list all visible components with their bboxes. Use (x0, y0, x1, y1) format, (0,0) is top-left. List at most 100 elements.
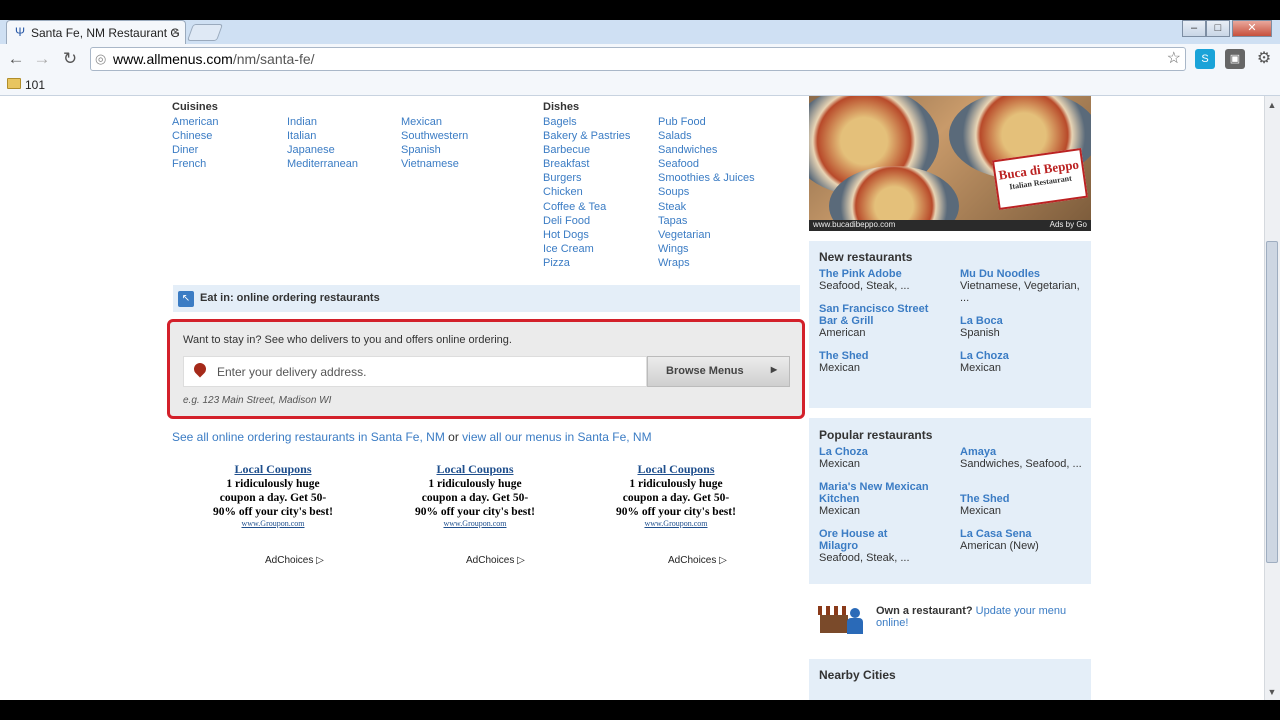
restaurant-link[interactable]: The Shed (819, 350, 944, 362)
cuisine-link[interactable]: Southwestern (401, 129, 468, 143)
cuisine-link[interactable]: Diner (172, 143, 218, 157)
dish-link[interactable]: Burgers (543, 171, 630, 185)
dish-link[interactable]: Deli Food (543, 214, 630, 228)
page-content: Cuisines American Chinese Diner French I… (0, 96, 1264, 700)
view-all-menus-link[interactable]: view all our menus in Santa Fe, NM (462, 430, 651, 444)
forward-button[interactable]: → (31, 48, 53, 70)
restaurant-link[interactable]: The Pink Adobe (819, 268, 944, 280)
scroll-up-arrow-icon[interactable]: ▲ (1264, 97, 1280, 113)
adchoices-link[interactable]: AdChoices ▷ (466, 555, 525, 566)
adchoices-link[interactable]: AdChoices ▷ (265, 555, 324, 566)
reload-button[interactable]: ↻ (59, 48, 81, 70)
dish-link[interactable]: Steak (658, 200, 755, 214)
coupon-ad[interactable]: Local Coupons 1 ridiculously huge coupon… (616, 462, 736, 528)
ads-by-google[interactable]: Ads by Go (1050, 220, 1087, 229)
extension-icon[interactable]: ▣ (1225, 49, 1245, 69)
new-tab-button[interactable] (186, 24, 224, 41)
dish-link[interactable]: Tapas (658, 214, 755, 228)
ad-url[interactable]: www.Groupon.com (415, 519, 535, 528)
dish-link[interactable]: Seafood (658, 157, 755, 171)
dish-link[interactable]: Smoothies & Juices (658, 171, 755, 185)
dish-link[interactable]: Chicken (543, 185, 630, 199)
cuisine-link[interactable]: Chinese (172, 129, 218, 143)
dish-link[interactable]: Wings (658, 242, 755, 256)
eat-in-title: Eat in: online ordering restaurants (200, 292, 380, 304)
dish-link[interactable]: Vegetarian (658, 228, 755, 242)
wrench-menu-icon[interactable]: ⚙ (1254, 49, 1274, 69)
sidebar-image-ad[interactable]: Buca di Beppo Italian Restaurant (809, 96, 1091, 231)
dish-link[interactable]: Bakery & Pastries (543, 129, 630, 143)
awning-shape (818, 606, 850, 615)
dish-link[interactable]: Barbecue (543, 143, 630, 157)
browser-tab[interactable]: Ψ Santa Fe, NM Restaurant G × (6, 20, 186, 44)
cuisine-link[interactable]: Mediterranean (287, 157, 358, 171)
dishes-col-1: Bagels Bakery & Pastries Barbecue Breakf… (543, 115, 630, 270)
cuisine-link[interactable]: Italian (287, 129, 358, 143)
coupon-ad[interactable]: Local Coupons 1 ridiculously huge coupon… (213, 462, 333, 528)
restaurant-entry: La Choza Mexican (960, 350, 1085, 374)
restaurant-link[interactable]: La Boca (960, 315, 1085, 327)
restaurant-link[interactable]: La Choza (819, 446, 944, 458)
restaurant-category: Vietnamese, Vegetarian, ... (960, 280, 1080, 304)
see-all-online-ordering-link[interactable]: See all online ordering restaurants in S… (172, 430, 445, 444)
ad-url[interactable]: www.bucadibeppo.com (813, 220, 895, 229)
cuisine-link[interactable]: American (172, 115, 218, 129)
delivery-address-input[interactable]: Enter your delivery address. (183, 356, 647, 387)
browse-menus-button[interactable]: Browse Menus ▶ (647, 356, 790, 387)
dish-link[interactable]: Coffee & Tea (543, 200, 630, 214)
ad-title[interactable]: Local Coupons (213, 462, 333, 477)
restaurant-category: Seafood, Steak, ... (819, 552, 910, 564)
restaurant-link[interactable]: Amaya (960, 446, 1085, 458)
ad-url[interactable]: www.Groupon.com (616, 519, 736, 528)
ad-footer: www.bucadibeppo.com Ads by Go (809, 220, 1091, 231)
address-bar[interactable]: ◎ www.allmenus.com/nm/santa-fe/ ☆ (90, 47, 1186, 71)
cuisine-link[interactable]: French (172, 157, 218, 171)
restaurant-link[interactable]: Maria's New Mexican Kitchen (819, 481, 929, 505)
restaurant-link[interactable]: La Choza (960, 350, 1085, 362)
screen-top-black-bar (0, 0, 1280, 20)
dish-link[interactable]: Bagels (543, 115, 630, 129)
restaurant-link[interactable]: Mu Du Noodles (960, 268, 1085, 280)
ad-url[interactable]: www.Groupon.com (213, 519, 333, 528)
dish-link[interactable]: Salads (658, 129, 755, 143)
dish-link[interactable]: Pub Food (658, 115, 755, 129)
dish-link[interactable]: Breakfast (543, 157, 630, 171)
dish-link[interactable]: Sandwiches (658, 143, 755, 157)
back-button[interactable]: ← (5, 48, 27, 70)
bookmark-star-icon[interactable]: ☆ (1167, 48, 1181, 70)
restaurant-link[interactable]: La Casa Sena (960, 528, 1085, 540)
restaurant-entry: Mu Du Noodles Vietnamese, Vegetarian, ..… (960, 268, 1085, 304)
minimize-button[interactable]: – (1182, 20, 1206, 37)
scrollbar-thumb[interactable] (1266, 241, 1278, 563)
bookmark-folder-101[interactable]: 101 (25, 78, 45, 92)
cuisine-link[interactable]: Vietnamese (401, 157, 468, 171)
cuisine-link[interactable]: Indian (287, 115, 358, 129)
restaurant-link[interactable]: Ore House at Milagro (819, 528, 919, 552)
dish-link[interactable]: Pizza (543, 256, 630, 270)
maximize-button[interactable]: □ (1206, 20, 1230, 37)
scroll-down-arrow-icon[interactable]: ▼ (1264, 684, 1280, 700)
restaurant-category: Mexican (819, 458, 860, 470)
restaurant-entry: Ore House at Milagro Seafood, Steak, ... (819, 528, 919, 564)
skype-extension-icon[interactable]: S (1195, 49, 1215, 69)
cuisine-link[interactable]: Mexican (401, 115, 468, 129)
close-window-button[interactable]: ✕ (1232, 20, 1272, 37)
restaurant-link[interactable]: San Francisco Street Bar & Grill (819, 303, 929, 327)
coupon-ad[interactable]: Local Coupons 1 ridiculously huge coupon… (415, 462, 535, 528)
restaurant-entry: The Shed Mexican (960, 493, 1085, 517)
dish-link[interactable]: Ice Cream (543, 242, 630, 256)
adchoices-link[interactable]: AdChoices ▷ (668, 555, 727, 566)
cuisine-link[interactable]: Japanese (287, 143, 358, 157)
ad-title[interactable]: Local Coupons (616, 462, 736, 477)
cuisine-link[interactable]: Spanish (401, 143, 468, 157)
dish-link[interactable]: Wraps (658, 256, 755, 270)
dish-link[interactable]: Hot Dogs (543, 228, 630, 242)
adchoices-label: AdChoices (466, 555, 515, 566)
nearby-cities-heading: Nearby Cities (819, 668, 896, 682)
restaurant-link[interactable]: The Shed (960, 493, 1085, 505)
dish-link[interactable]: Soups (658, 185, 755, 199)
ad-title[interactable]: Local Coupons (415, 462, 535, 477)
tab-close-icon[interactable]: × (172, 25, 179, 39)
restaurant-category: Mexican (819, 505, 860, 517)
nearby-cities-panel: Nearby Cities (809, 659, 1091, 700)
